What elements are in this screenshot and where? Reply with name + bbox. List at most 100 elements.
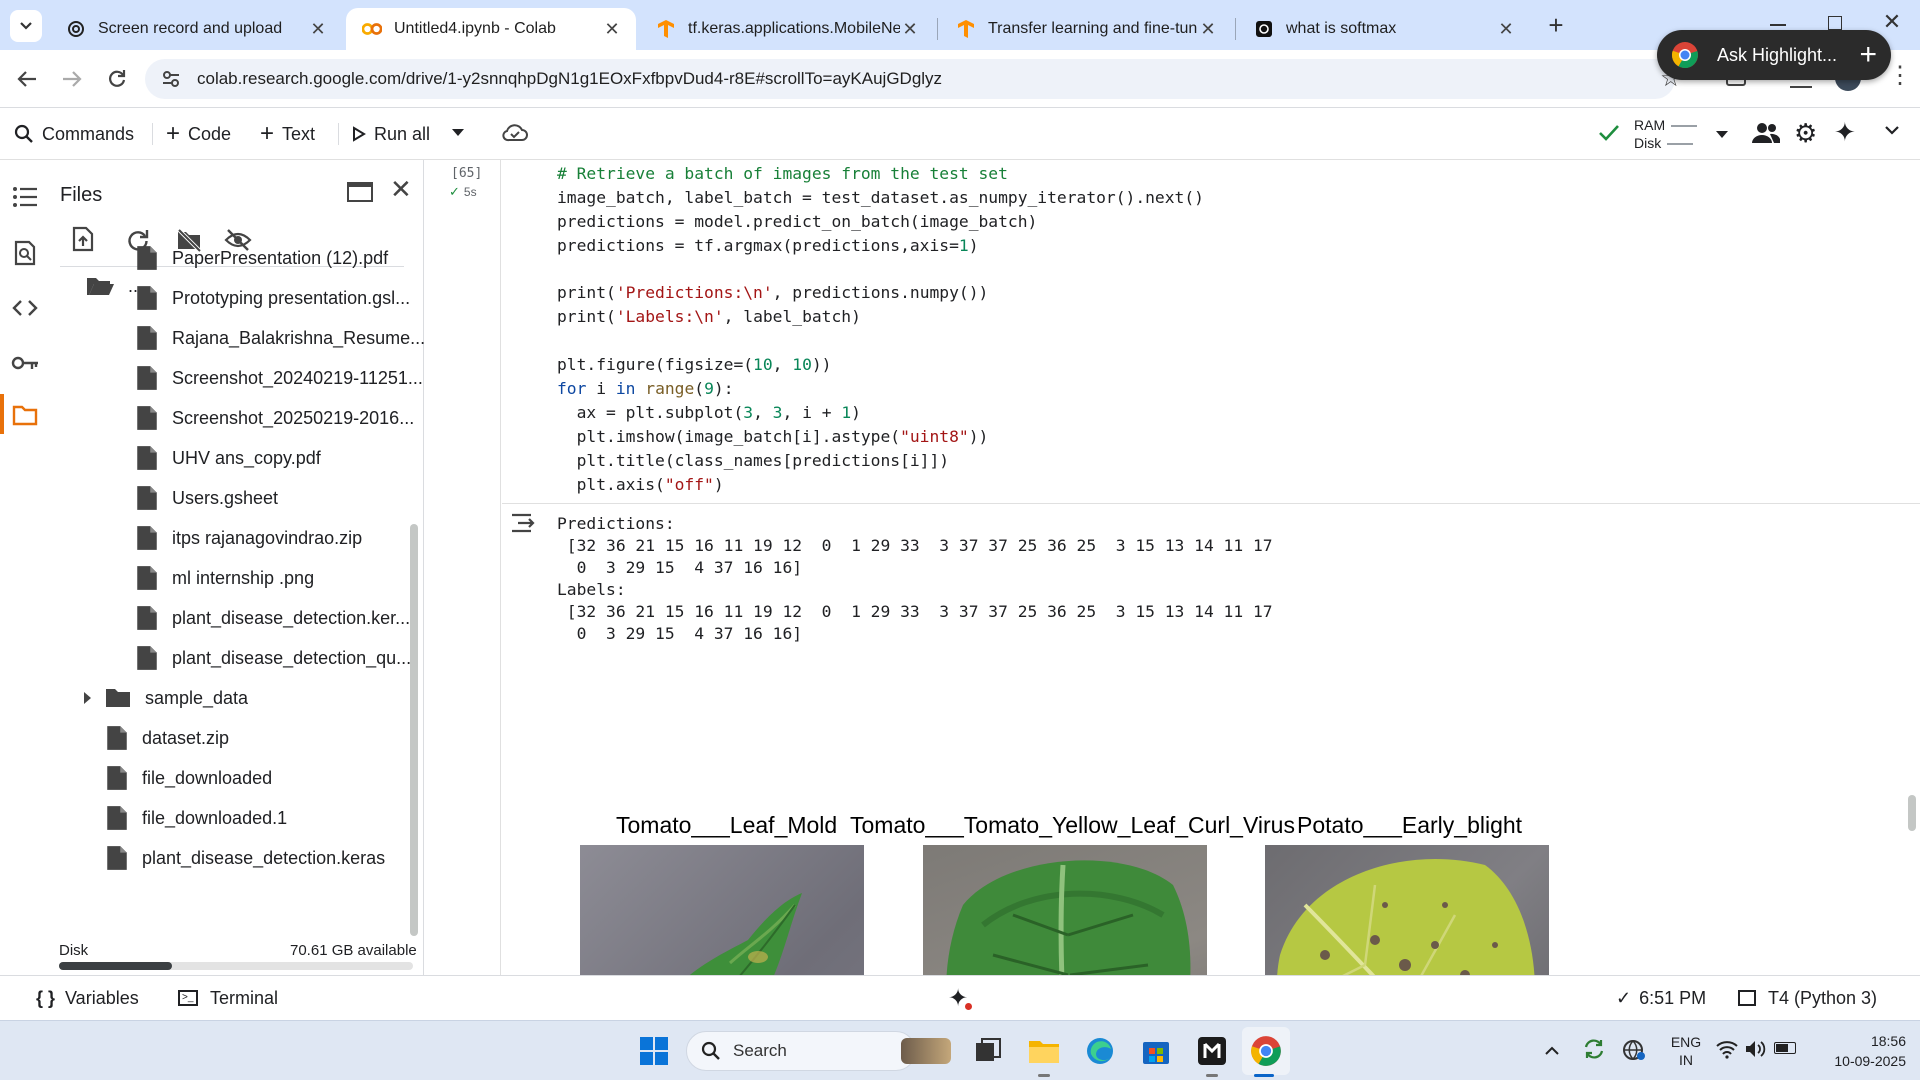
tab-transfer-learning[interactable]: Transfer learning and fine-tunin ✕ xyxy=(940,8,1232,50)
browser-toolbar: colab.research.google.com/drive/1-y2snnq… xyxy=(0,50,1920,108)
system-clock[interactable]: 18:56 10-09-2025 xyxy=(1816,1031,1906,1071)
chrome-menu-icon[interactable]: ⋮ xyxy=(1888,64,1912,88)
edge-browser-icon[interactable] xyxy=(1082,1033,1118,1069)
secrets-key-icon[interactable] xyxy=(10,348,40,378)
last-run-status[interactable]: ✓ 6:51 PM xyxy=(1616,986,1706,1010)
variables-button[interactable]: { } Variables xyxy=(36,986,139,1010)
settings-gear-icon[interactable]: ⚙ xyxy=(1794,120,1817,146)
drive-file-row[interactable]: Users.gsheet xyxy=(136,480,278,516)
run-options-dropdown[interactable] xyxy=(452,129,464,136)
restore-window-icon[interactable] xyxy=(1828,16,1842,30)
commands-button[interactable]: Commands xyxy=(14,119,134,149)
terminal-button[interactable]: >_ Terminal xyxy=(178,986,278,1010)
plus-icon[interactable]: + xyxy=(1859,40,1877,70)
upload-file-icon[interactable] xyxy=(72,226,94,257)
new-tab-button[interactable]: + xyxy=(1542,12,1570,40)
reload-button[interactable] xyxy=(100,62,134,96)
taskbar-search-box[interactable]: Search xyxy=(686,1031,951,1071)
tab-search-button[interactable] xyxy=(10,10,42,42)
run-all-button[interactable]: Run all xyxy=(352,119,430,149)
find-replace-icon[interactable] xyxy=(10,238,40,268)
site-info-icon[interactable] xyxy=(161,69,181,89)
file-name: sample_data xyxy=(145,687,249,708)
sync-icon[interactable] xyxy=(1582,1037,1606,1066)
check-icon: ✓ xyxy=(1616,987,1632,1008)
microsoft-store-icon[interactable] xyxy=(1138,1033,1174,1069)
network-status-icon[interactable] xyxy=(1622,1039,1646,1066)
root-file-row[interactable]: file_downloaded.1 xyxy=(106,800,287,836)
runtime-status[interactable]: T4 (Python 3) xyxy=(1738,986,1877,1010)
close-icon[interactable]: ✕ xyxy=(308,19,328,39)
files-scrollbar-thumb[interactable] xyxy=(410,524,418,936)
close-icon[interactable]: ✕ xyxy=(1496,19,1516,39)
code-editor[interactable]: # Retrieve a batch of images from the te… xyxy=(502,160,1920,504)
expand-caret-icon[interactable] xyxy=(84,692,91,704)
drive-file-row[interactable]: UHV ans_copy.pdf xyxy=(136,440,321,476)
root-file-row[interactable]: dataset.zip xyxy=(106,720,229,756)
tab-mobilenet[interactable]: tf.keras.applications.MobileNetV ✕ xyxy=(640,8,934,50)
wifi-icon[interactable] xyxy=(1716,1039,1738,1064)
cloud-save-icon[interactable] xyxy=(502,122,528,149)
open-in-tab-icon[interactable] xyxy=(347,182,373,202)
drive-file-row[interactable]: plant_disease_detection_qu... xyxy=(136,640,411,676)
file-name: Users.gsheet xyxy=(172,487,279,508)
leaf-image-1 xyxy=(580,845,864,975)
folder-row[interactable]: sample_data xyxy=(84,680,249,716)
close-icon[interactable]: ✕ xyxy=(1198,19,1218,39)
drive-file-row[interactable]: ml internship .png xyxy=(136,560,314,596)
table-of-contents-icon[interactable] xyxy=(10,182,40,212)
parent-folder-row[interactable]: .. xyxy=(86,268,138,304)
reload-icon xyxy=(109,70,126,87)
file-name: UHV ans_copy.pdf xyxy=(172,447,321,468)
drive-file-row[interactable]: plant_disease_detection.ker... xyxy=(136,600,410,636)
battery-icon[interactable] xyxy=(1774,1042,1796,1054)
tab-colab[interactable]: Untitled4.ipynb - Colab ✕ xyxy=(346,8,636,50)
url-text: colab.research.google.com/drive/1-y2snnq… xyxy=(197,69,943,88)
gemini-sparkle-icon[interactable]: ✦ xyxy=(1834,119,1856,145)
drive-file-row[interactable]: Screenshot_20240219-11251... xyxy=(136,360,423,396)
chrome-taskbar-icon[interactable] xyxy=(1248,1033,1284,1069)
code-snippets-icon[interactable] xyxy=(10,293,40,323)
share-people-icon[interactable] xyxy=(1752,121,1781,150)
minimize-window-icon[interactable] xyxy=(1770,24,1786,26)
add-text-button[interactable]: + Text xyxy=(260,119,315,149)
file-name: itps rajanagovindrao.zip xyxy=(172,527,363,548)
capcut-app-icon[interactable] xyxy=(1194,1033,1230,1069)
root-file-row[interactable]: file_downloaded xyxy=(106,760,272,796)
forward-button[interactable] xyxy=(55,62,89,96)
drive-file-row[interactable]: Prototyping presentation.gsl... xyxy=(136,280,410,316)
address-bar[interactable]: colab.research.google.com/drive/1-y2snnq… xyxy=(145,59,1675,99)
back-button[interactable] xyxy=(10,62,44,96)
volume-icon[interactable] xyxy=(1744,1039,1766,1064)
close-icon[interactable]: ✕ xyxy=(900,19,920,39)
task-view-icon[interactable] xyxy=(970,1033,1006,1069)
collapse-toolbar-icon[interactable] xyxy=(1884,123,1900,141)
notebook-scrollbar-thumb[interactable] xyxy=(1908,795,1916,831)
runtime-dropdown[interactable] xyxy=(1716,131,1728,138)
file-explorer-icon[interactable] xyxy=(1026,1033,1062,1069)
execution-time: 5s xyxy=(463,185,477,199)
root-file-row[interactable]: plant_disease_detection.keras xyxy=(106,840,385,876)
close-window-icon[interactable]: ✕ xyxy=(1880,10,1904,34)
show-hidden-icons-chevron[interactable] xyxy=(1544,1043,1560,1061)
windows-start-icon[interactable] xyxy=(636,1033,672,1069)
clock-time: 18:56 xyxy=(1870,1033,1906,1049)
drive-file-row[interactable]: Screenshot_20250219-2016... xyxy=(136,400,414,436)
tab-screen-record[interactable]: Screen record and upload ✕ xyxy=(50,8,342,50)
code-line: predictions = tf.argmax(predictions,axis… xyxy=(557,235,979,255)
language-indicator[interactable]: ENG IN xyxy=(1666,1033,1706,1069)
ask-highlight-pill[interactable]: Ask Highlight... + xyxy=(1657,30,1891,80)
output-toggle-icon[interactable] xyxy=(511,512,537,539)
file-icon xyxy=(137,326,157,350)
tensorflow-icon xyxy=(956,19,976,39)
folder-icon[interactable] xyxy=(10,400,40,430)
add-code-button[interactable]: + Code xyxy=(166,119,231,149)
openai-icon xyxy=(1254,19,1274,39)
drive-file-row[interactable]: PaperPresentation (12).pdf xyxy=(136,240,388,276)
tab-softmax[interactable]: what is softmax ✕ xyxy=(1238,8,1530,50)
close-icon[interactable]: ✕ xyxy=(602,19,622,39)
drive-file-row[interactable]: Rajana_Balakrishna_Resume... xyxy=(136,320,425,356)
resource-monitor[interactable]: RAM Disk xyxy=(1634,116,1698,154)
close-icon[interactable]: ✕ xyxy=(390,176,412,202)
drive-file-row[interactable]: itps rajanagovindrao.zip xyxy=(136,520,362,556)
